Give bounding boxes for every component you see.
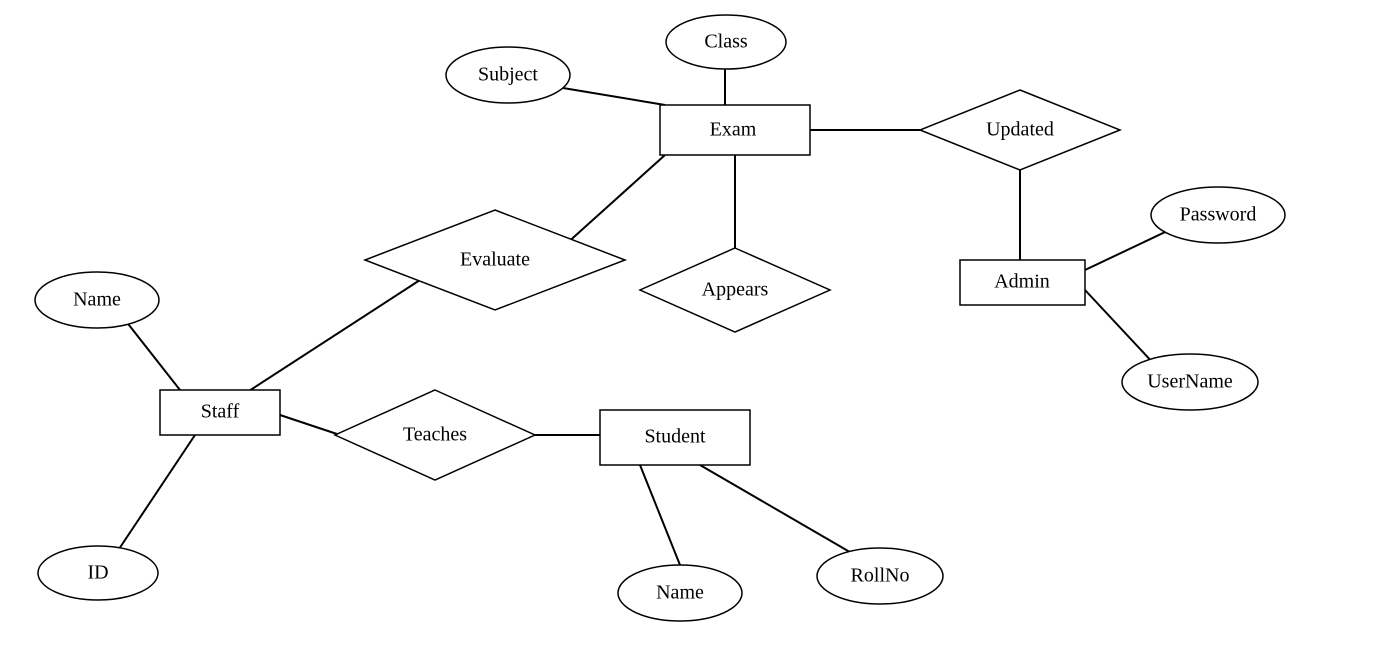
attribute-subject: Subject <box>478 64 538 87</box>
attribute-admin-username: UserName <box>1147 371 1233 394</box>
relationship-updated: Updated <box>986 119 1054 142</box>
entity-staff: Staff <box>201 401 240 424</box>
relationship-appears: Appears <box>702 279 769 302</box>
attribute-staff-id: ID <box>87 562 108 585</box>
attribute-student-rollno: RollNo <box>851 565 910 588</box>
relationship-teaches: Teaches <box>403 424 467 447</box>
attribute-staff-name: Name <box>73 289 121 312</box>
attribute-class: Class <box>704 31 747 54</box>
attribute-student-name: Name <box>656 582 704 605</box>
er-diagram <box>0 0 1392 668</box>
relationship-evaluate: Evaluate <box>460 249 530 272</box>
attribute-admin-password: Password <box>1180 204 1257 227</box>
entity-admin: Admin <box>994 271 1050 294</box>
entity-student: Student <box>644 426 705 449</box>
entity-exam: Exam <box>710 119 757 142</box>
